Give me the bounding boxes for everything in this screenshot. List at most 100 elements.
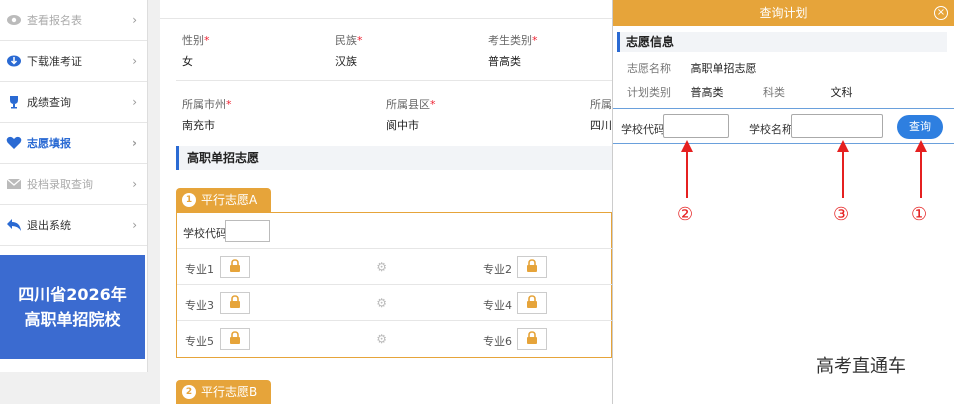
sidebar-item-label: 下载准考证: [27, 55, 82, 68]
heart-icon: [6, 135, 22, 151]
city-value: 南充市: [182, 119, 215, 132]
gear-icon[interactable]: ⚙: [376, 332, 387, 346]
gear-icon[interactable]: ⚙: [376, 296, 387, 310]
cut-field: 所属 四川: [590, 96, 612, 133]
sidebar-item-label: 查看报名表: [27, 14, 82, 27]
mail-icon: [6, 176, 22, 192]
category-field: 考生类别* 普高类: [488, 34, 538, 68]
ethnicity-label: 民族: [335, 34, 357, 47]
major-row: 专业1 ⚙ 专业2: [177, 249, 613, 285]
gender-label: 性别: [182, 34, 204, 47]
volunteer-name-value: 高职单招志愿: [690, 62, 757, 75]
sidebar-item-label: 成绩查询: [27, 96, 71, 109]
query-bar: 学校代码 学校名称 查询: [613, 108, 954, 144]
school-name-label: 学校名称: [749, 123, 793, 136]
watermark-text: 高考直通车: [816, 356, 906, 377]
close-icon[interactable]: ×: [934, 6, 948, 20]
sidebar-item-admission-query[interactable]: 投档录取查询 ›: [0, 164, 147, 205]
major-label: 专业2: [483, 263, 512, 276]
major-select[interactable]: [220, 292, 250, 314]
annotation-label-2: ②: [677, 204, 694, 225]
major-select[interactable]: [517, 256, 547, 278]
plan-type-value: 普高类: [690, 86, 724, 99]
lock-icon: [229, 259, 241, 275]
promo-banner[interactable]: 四川省2026年 高职单招院校: [0, 255, 145, 359]
promo-line-2: 高职单招院校: [24, 310, 121, 329]
lock-icon: [526, 259, 538, 275]
lock-icon: [229, 331, 241, 347]
category-value: 普高类: [488, 55, 521, 68]
group-a-label: 平行志愿A: [201, 193, 258, 207]
divider: [176, 80, 612, 81]
gender-field: 性别* 女: [182, 34, 210, 68]
sidebar-item-score-query[interactable]: 成绩查询 ›: [0, 82, 147, 123]
major-cell: 专业2: [479, 249, 613, 285]
main-form: 性别* 女 民族* 汉族 考生类别* 普高类 所属市州* 南充市 所属县区* 阆…: [160, 0, 613, 404]
major-select[interactable]: [220, 328, 250, 350]
query-button[interactable]: 查询: [897, 115, 943, 139]
tab-group-b[interactable]: 2 平行志愿B: [176, 380, 272, 404]
major-select[interactable]: [517, 328, 547, 350]
school-code-label: 学校代码: [621, 123, 665, 136]
school-code-label: 学校代码: [183, 227, 227, 240]
plan-type-row: 计划类别 普高类: [627, 84, 724, 100]
major-label: 专业5: [185, 335, 214, 348]
major-cell: 专业6: [479, 321, 613, 357]
ethnicity-field: 民族* 汉族: [335, 34, 363, 68]
gender-value: 女: [182, 55, 193, 68]
annotation-label-3: ③: [833, 204, 850, 225]
panel-header: 查询计划 ×: [613, 0, 954, 26]
school-code-input[interactable]: [663, 114, 729, 138]
sidebar-item-volunteer-fill[interactable]: 志愿填报 ›: [0, 123, 147, 164]
major-select[interactable]: [220, 256, 250, 278]
volunteer-name-row: 志愿名称 高职单招志愿: [627, 60, 757, 76]
major-row: 专业3 ⚙ 专业4: [177, 285, 613, 321]
major-cell: 专业3 ⚙: [177, 285, 395, 321]
subject-row: 科类 文科: [763, 84, 853, 100]
sidebar: 查看报名表 › 下载准考证 › 成绩查询 › 志愿填报 › 投档录取查询 › 退…: [0, 0, 148, 372]
tab-group-a[interactable]: 1 平行志愿A: [176, 188, 272, 212]
subject-value: 文科: [830, 86, 853, 99]
ethnicity-value: 汉族: [335, 55, 357, 68]
school-code-input[interactable]: [225, 220, 270, 242]
lock-icon: [526, 295, 538, 311]
chevron-right-icon: ›: [132, 54, 137, 68]
group-b-number: 2: [182, 385, 196, 399]
category-label: 考生类别: [488, 34, 532, 47]
city-field: 所属市州* 南充市: [182, 98, 232, 132]
lock-icon: [229, 295, 241, 311]
chevron-right-icon: ›: [132, 218, 137, 232]
chevron-right-icon: ›: [132, 95, 137, 109]
chevron-right-icon: ›: [132, 136, 137, 150]
lock-icon: [526, 331, 538, 347]
download-cloud-icon: [6, 53, 22, 69]
sidebar-item-download-admission[interactable]: 下载准考证 ›: [0, 41, 147, 82]
major-row: 专业5 ⚙ 专业6: [177, 321, 613, 357]
major-label: 专业1: [185, 263, 214, 276]
back-arrow-icon: [6, 217, 22, 233]
screen: 查看报名表 › 下载准考证 › 成绩查询 › 志愿填报 › 投档录取查询 › 退…: [0, 0, 954, 404]
major-label: 专业4: [483, 299, 512, 312]
cut-value: 四川: [590, 119, 612, 132]
annotation-label-1: ①: [911, 204, 928, 225]
major-select[interactable]: [517, 292, 547, 314]
info-title: 志愿信息: [617, 32, 947, 52]
group-a-box: 学校代码 专业1 ⚙ 专业2 专业3 ⚙ 专业4 专业5 ⚙ 专业6: [176, 212, 613, 358]
major-label: 专业3: [185, 299, 214, 312]
sidebar-item-logout[interactable]: 退出系统 ›: [0, 205, 147, 246]
trophy-icon: [6, 94, 22, 110]
gear-icon[interactable]: ⚙: [376, 260, 387, 274]
city-label: 所属市州: [182, 98, 226, 111]
divider: [160, 18, 612, 19]
gutter: [148, 0, 160, 404]
annotation-arrow: [842, 150, 844, 198]
plan-type-label: 计划类别: [627, 86, 671, 99]
major-cell: 专业4: [479, 285, 613, 321]
sidebar-item-label: 投档录取查询: [27, 178, 93, 191]
sidebar-item-view-registration[interactable]: 查看报名表 ›: [0, 0, 147, 41]
sidebar-item-label: 志愿填报: [27, 137, 71, 150]
school-name-input[interactable]: [791, 114, 883, 138]
chevron-right-icon: ›: [132, 177, 137, 191]
major-cell: 专业5 ⚙: [177, 321, 395, 357]
chevron-right-icon: ›: [132, 13, 137, 27]
